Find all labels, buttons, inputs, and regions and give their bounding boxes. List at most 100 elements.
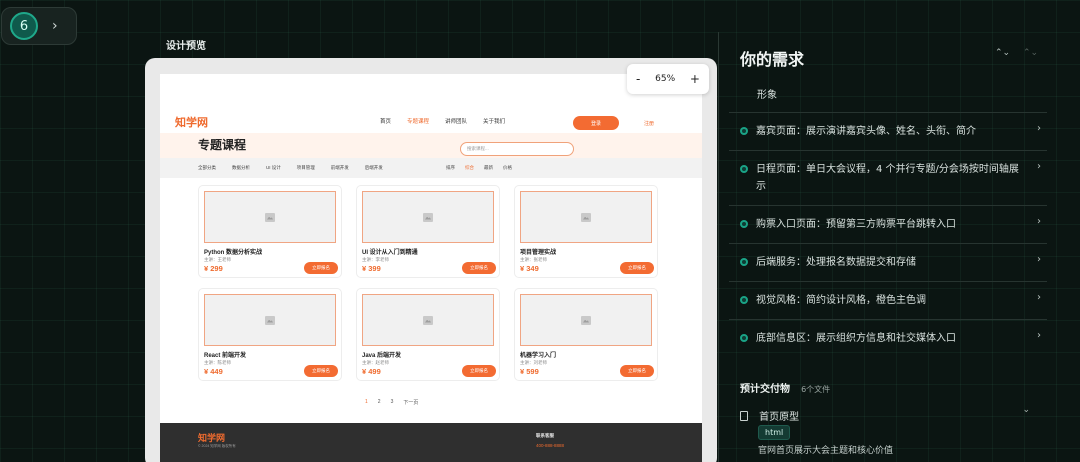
- requirement-text: 购票入口页面：预留第三方购票平台跳转入口: [756, 219, 956, 230]
- nav-link[interactable]: 讲师团队: [445, 117, 467, 125]
- status-dot-icon: [740, 127, 748, 135]
- course-card[interactable]: 项目管理实战 主讲：张老师 ¥ 349 立即报名: [514, 185, 658, 278]
- course-thumbnail: [362, 191, 494, 243]
- course-thumbnail: [520, 294, 652, 346]
- status-dot-icon: [740, 334, 748, 342]
- category-filter[interactable]: 前端开发: [331, 165, 349, 171]
- chevron-right-icon[interactable]: ›: [1037, 254, 1041, 265]
- enroll-button[interactable]: 立即报名: [304, 365, 338, 377]
- zoom-out-button[interactable]: -: [636, 72, 640, 86]
- requirement-partial: 形象: [757, 90, 777, 101]
- requirement-item[interactable]: 嘉宾页面：展示演讲嘉宾头像、姓名、头衔、简介 ›: [729, 112, 1047, 150]
- enroll-button[interactable]: 立即报名: [462, 262, 496, 274]
- image-icon: [581, 212, 591, 222]
- page-link[interactable]: 3: [391, 399, 394, 406]
- category-filter[interactable]: UI 设计: [266, 165, 281, 171]
- preview-frame: - 65% + 知学网 首页 专题课程 讲师团队 关于我们 登录 注册 专题课程 搜索…: [145, 58, 717, 462]
- course-price: ¥ 299: [204, 264, 223, 273]
- status-dot-icon: [740, 220, 748, 228]
- category-filter[interactable]: 后端开发: [365, 165, 383, 171]
- step-indicator[interactable]: 6 ›: [1, 7, 77, 45]
- status-dot-icon: [740, 258, 748, 266]
- enroll-button[interactable]: 立即报名: [620, 365, 654, 377]
- panel-title: 你的需求: [740, 50, 805, 69]
- deliverable-item[interactable]: 首页原型 ⌄: [740, 405, 1030, 424]
- enroll-button[interactable]: 立即报名: [620, 262, 654, 274]
- file-type-tag: html: [758, 425, 791, 440]
- course-card[interactable]: Java 后端开发 主讲：赵老师 ¥ 499 立即报名: [356, 288, 500, 381]
- sort-arrows-icon[interactable]: ⌃⌄: [995, 48, 1010, 58]
- requirement-item[interactable]: 视觉风格：简约设计风格，橙色主色调 ›: [729, 281, 1047, 319]
- course-title: Python 数据分析实战: [204, 250, 262, 256]
- document-icon: [740, 410, 748, 421]
- course-thumbnail: [520, 191, 652, 243]
- footer-logo: 知学网: [198, 433, 226, 443]
- course-instructor: 主讲：刘老师: [520, 360, 547, 365]
- course-title: React 前端开发: [204, 353, 247, 359]
- requirement-text: 视觉风格：简约设计风格，橙色主色调: [756, 295, 926, 306]
- deliverables-header: 预计交付物 6个文件: [740, 377, 830, 396]
- nav-links: 首页 专题课程 讲师团队 关于我们: [380, 117, 521, 125]
- sort-arrows-disabled-icon: ⌃⌄: [1022, 48, 1039, 58]
- sort-option[interactable]: 综合: [465, 165, 474, 171]
- zoom-in-button[interactable]: +: [690, 72, 700, 86]
- chevron-right-icon[interactable]: ›: [1037, 161, 1041, 172]
- course-thumbnail: [204, 294, 336, 346]
- chevron-right-icon[interactable]: ›: [1037, 216, 1041, 227]
- deliverables-count: 6个文件: [801, 385, 831, 394]
- image-icon: [423, 315, 433, 325]
- chevron-right-icon[interactable]: ›: [1037, 123, 1041, 134]
- course-card[interactable]: UI 设计从入门到精通 主讲：李老师 ¥ 399 立即报名: [356, 185, 500, 278]
- category-filter[interactable]: 全部分类: [198, 165, 216, 171]
- page-link[interactable]: 1: [365, 399, 368, 406]
- status-dot-icon: [740, 296, 748, 304]
- footer-phone: 400-888-8888: [536, 443, 565, 448]
- zoom-level: 65%: [655, 74, 676, 84]
- site-logo[interactable]: 知学网: [175, 114, 208, 130]
- requirement-text: 嘉宾页面：展示演讲嘉宾头像、姓名、头衔、简介: [756, 126, 976, 137]
- course-instructor: 主讲：赵老师: [362, 360, 389, 365]
- nav-link[interactable]: 关于我们: [483, 117, 505, 125]
- requirement-item[interactable]: 购票入口页面：预留第三方购票平台跳转入口 ›: [729, 205, 1047, 243]
- course-title: 项目管理实战: [520, 250, 557, 256]
- course-card[interactable]: React 前端开发 主讲：陈老师 ¥ 449 立即报名: [198, 288, 342, 381]
- search-input[interactable]: 搜索课程...: [460, 142, 574, 156]
- image-icon: [265, 212, 275, 222]
- image-icon: [423, 212, 433, 222]
- chevron-down-icon[interactable]: ⌄: [1022, 405, 1030, 415]
- requirements-panel: 你的需求 ⌃⌄ ⌃⌄ 形象 嘉宾页面：展示演讲嘉宾头像、姓名、头衔、简介 › 日程页…: [718, 32, 1062, 462]
- login-button[interactable]: 登录: [573, 116, 619, 130]
- chevron-right-icon[interactable]: ›: [1037, 292, 1041, 303]
- page-link[interactable]: 2: [378, 399, 381, 406]
- nav-link[interactable]: 首页: [380, 117, 391, 125]
- deliverables-title: 预计交付物: [740, 384, 790, 395]
- sort-option[interactable]: 价格: [503, 165, 512, 171]
- chevron-right-icon[interactable]: ›: [1037, 330, 1041, 341]
- nav-link[interactable]: 专题课程: [407, 117, 429, 125]
- course-title: Java 后端开发: [362, 353, 402, 359]
- requirement-item[interactable]: 后端服务：处理报名数据提交和存储 ›: [729, 243, 1047, 281]
- sort-options: 排序 综合 最新 价格: [446, 165, 522, 171]
- sort-option[interactable]: 最新: [484, 165, 493, 171]
- hero-title: 专题课程: [198, 138, 247, 152]
- course-instructor: 主讲：李老师: [362, 257, 389, 262]
- requirement-item[interactable]: 底部信息区：展示组织方信息和社交媒体入口 ›: [729, 319, 1047, 357]
- course-card[interactable]: Python 数据分析实战 主讲：王老师 ¥ 299 立即报名: [198, 185, 342, 278]
- course-thumbnail: [362, 294, 494, 346]
- footer-contact-heading: 联系客服: [536, 433, 554, 438]
- pagination: 1 2 3 下一页: [365, 399, 428, 406]
- enroll-button[interactable]: 立即报名: [304, 262, 338, 274]
- enroll-button[interactable]: 立即报名: [462, 365, 496, 377]
- page-link[interactable]: 下一页: [403, 399, 418, 406]
- requirement-item[interactable]: 日程页面：单日大会议程，4 个并行专题/分会场按时间轴展示 ›: [729, 150, 1047, 205]
- course-title: 机器学习入门: [520, 353, 557, 359]
- category-filter[interactable]: 项目管理: [297, 165, 315, 171]
- register-link[interactable]: 注册: [644, 120, 654, 127]
- panel-nav: ⌃⌄ ⌃⌄: [995, 48, 1038, 58]
- chevron-right-icon[interactable]: ›: [52, 18, 58, 34]
- course-price: ¥ 399: [362, 264, 381, 273]
- category-filter[interactable]: 数据分析: [232, 165, 250, 171]
- course-card[interactable]: 机器学习入门 主讲：刘老师 ¥ 599 立即报名: [514, 288, 658, 381]
- course-thumbnail: [204, 191, 336, 243]
- category-filters: 全部分类 数据分析 UI 设计 项目管理 前端开发 后端开发: [198, 165, 399, 171]
